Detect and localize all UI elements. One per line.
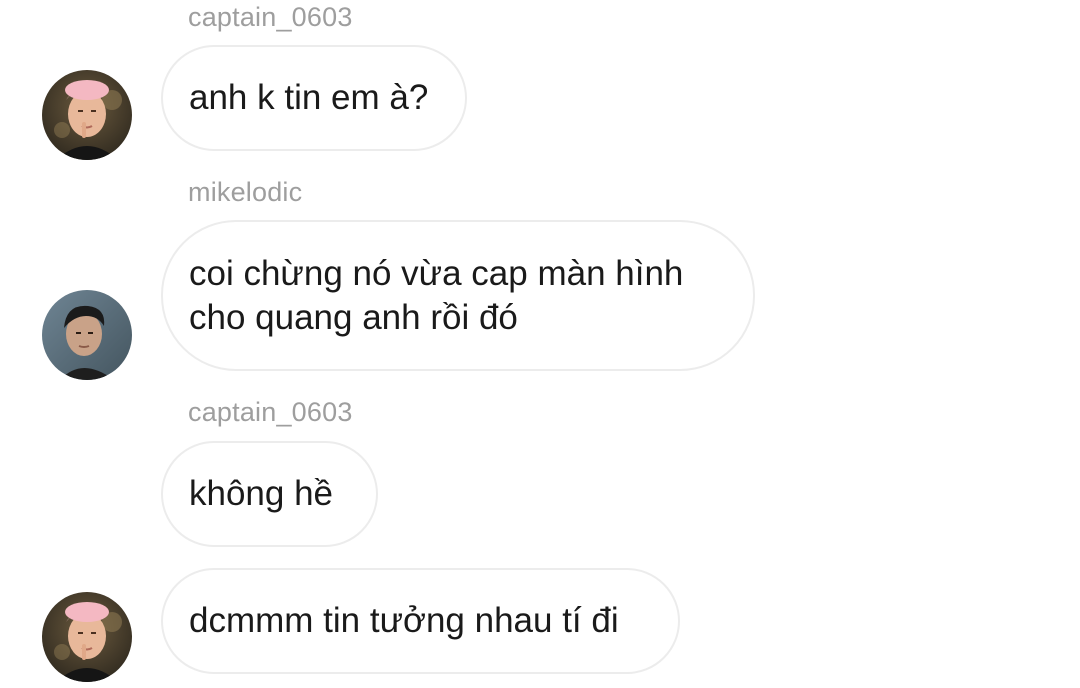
- sender-name: captain_0603: [188, 2, 353, 32]
- message-bubble[interactable]: dcmmm tin tưởng nhau tí đi: [161, 568, 680, 674]
- message-text: anh k tin em à?: [189, 78, 429, 117]
- captain-avatar-icon[interactable]: [42, 70, 132, 160]
- message-bubble[interactable]: không hề: [161, 441, 378, 547]
- sender-name: mikelodic: [188, 177, 303, 207]
- message-line: cho quang anh rồi đó: [189, 297, 518, 337]
- message-text: dcmmm tin tưởng nhau tí đi: [189, 601, 619, 640]
- message-text: không hề: [189, 474, 334, 513]
- message-bubble[interactable]: coi chừng nó vừa cap màn hình cho quang …: [161, 220, 755, 371]
- message-text: coi chừng nó vừa cap màn hình cho quang …: [189, 252, 683, 340]
- message-bubble[interactable]: anh k tin em à?: [161, 45, 467, 151]
- mikelodic-avatar-icon[interactable]: [42, 290, 132, 380]
- sender-name: captain_0603: [188, 397, 353, 427]
- captain-avatar-icon[interactable]: [42, 592, 132, 682]
- message-line: coi chừng nó vừa cap màn hình: [189, 253, 684, 293]
